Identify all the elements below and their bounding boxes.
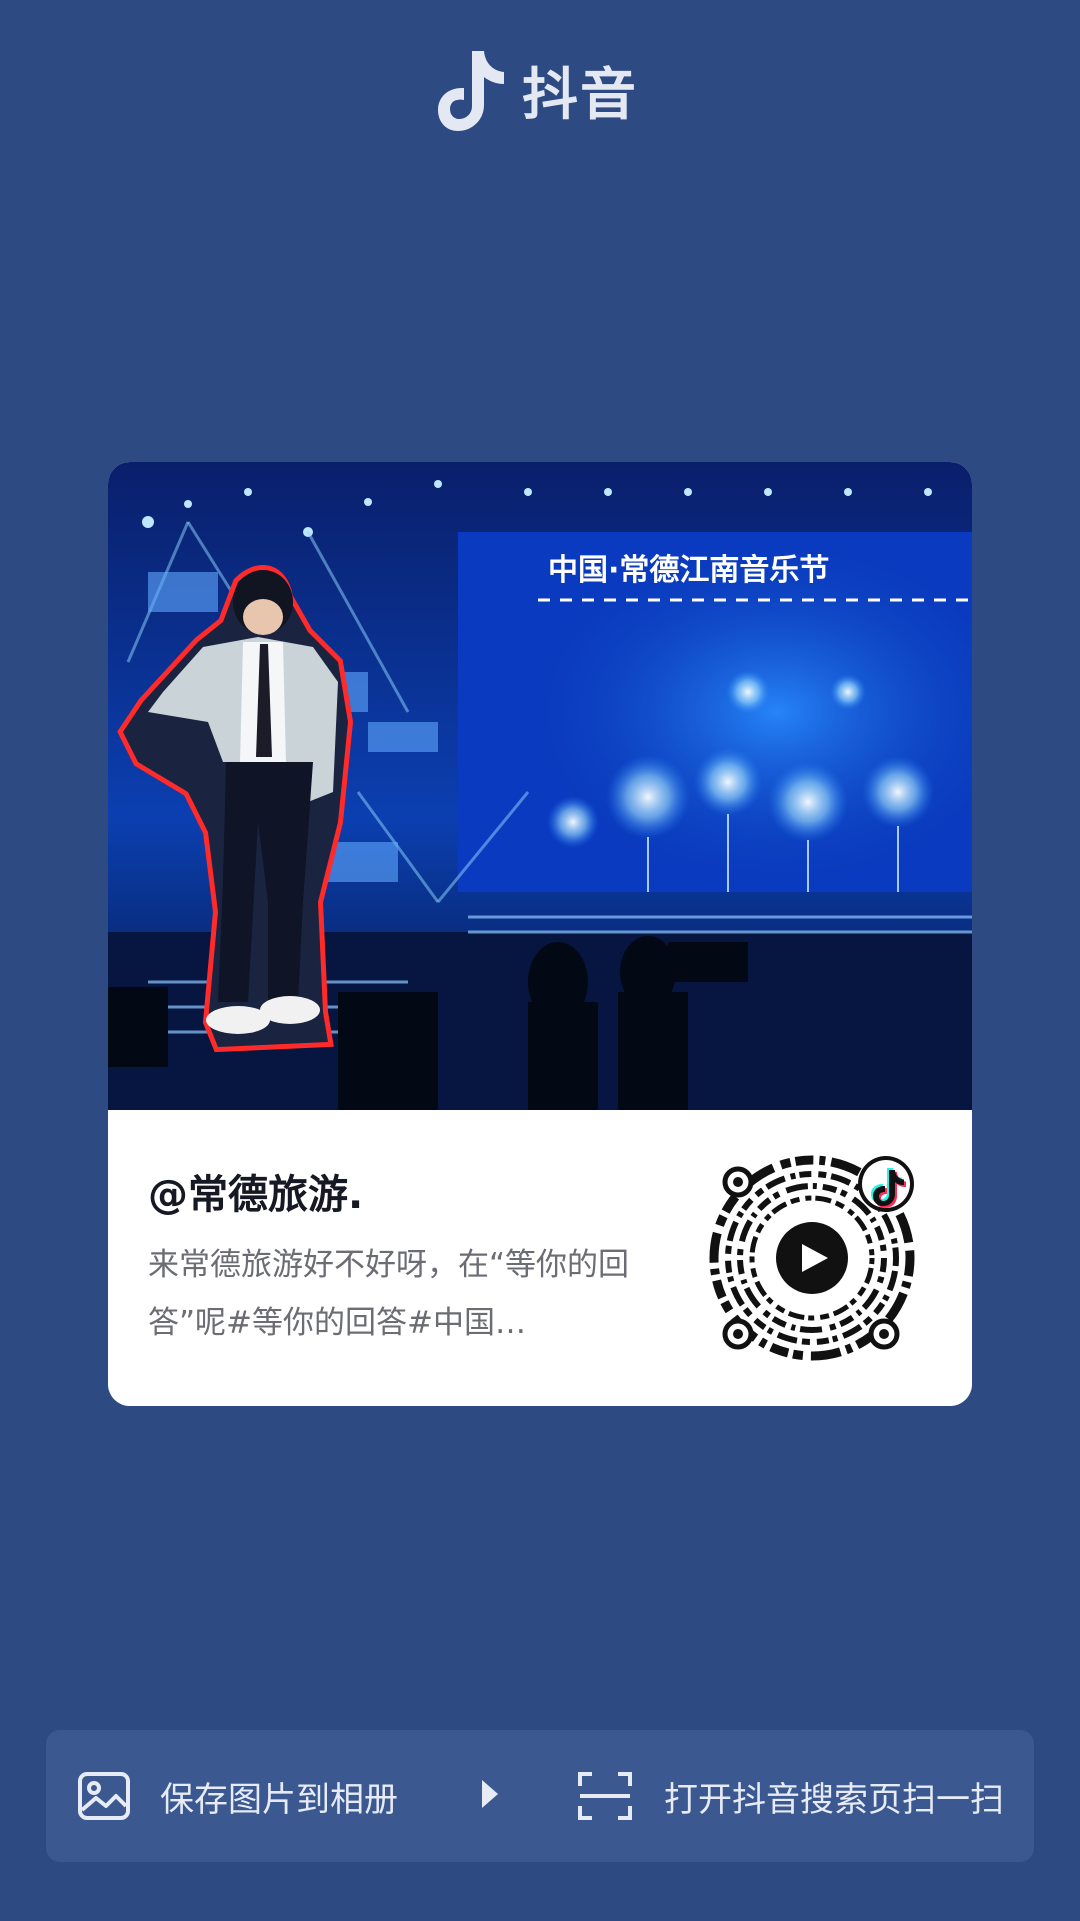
app-name: 抖音 (522, 62, 638, 128)
author-handle[interactable]: @常德旅游. (148, 1162, 363, 1220)
open-scan-label: 打开抖音搜索页扫一扫 (664, 1779, 1004, 1820)
scan-icon (576, 1768, 634, 1824)
triangle-right-icon (482, 1780, 498, 1808)
douyin-qr-code[interactable] (700, 1146, 924, 1370)
open-scan-button[interactable]: 打开抖音搜索页扫一扫 (576, 1730, 1004, 1862)
video-description: 来常德旅游好不好呀，在“等你的回答”呢#等你的回答#中国… (148, 1247, 630, 1341)
save-image-button[interactable]: 保存图片到相册 (76, 1730, 398, 1862)
stage-banner-text: 中国·常德江南音乐节 (548, 553, 829, 588)
image-icon (76, 1768, 132, 1824)
tiktok-note-icon (436, 45, 508, 135)
app-logo: 抖音 (436, 40, 638, 140)
share-action-bar: 保存图片到相册 打开抖音搜索页扫一扫 (46, 1730, 1034, 1862)
card-info: @常德旅游. 来常德旅游好不好呀，在“等你的回答”呢#等你的回答#中国… (108, 1110, 972, 1406)
video-cover-image: 中国·常德江南音乐节 (108, 462, 972, 1110)
share-card[interactable]: 中国·常德江南音乐节 @常德旅游. 来常德旅游好不好呀，在“等你的回答”呢#等你… (108, 462, 972, 1406)
save-image-label: 保存图片到相册 (160, 1779, 398, 1820)
